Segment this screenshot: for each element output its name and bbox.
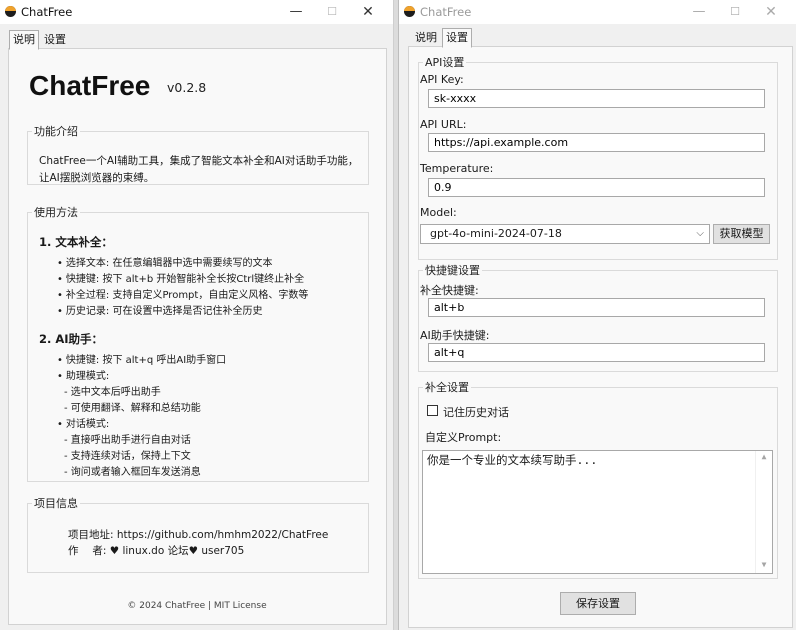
list-item: 对话模式: xyxy=(57,415,109,430)
save-settings-button[interactable]: 保存设置 xyxy=(560,592,636,615)
minimize-button[interactable]: — xyxy=(279,0,313,24)
section-text-completion-title: 1. 文本补全： xyxy=(39,235,113,249)
intro-text: ChatFree一个AI辅助工具，集成了智能文本补全和AI对话助手功能，让AI摆… xyxy=(39,155,359,184)
close-button[interactable]: ✕ xyxy=(351,0,385,24)
repo-link[interactable]: 项目地址: https://github.com/hmhm2022/ChatFr… xyxy=(68,527,328,542)
completion-hotkey-input[interactable] xyxy=(428,298,765,317)
section-ai-assistant-title: 2. AI助手： xyxy=(39,332,104,346)
hotkey-group-title: 快捷键设置 xyxy=(425,264,480,277)
maximize-button[interactable]: ☐ xyxy=(315,0,349,24)
list-item: 快捷键: 按下 alt+q 呼出AI助手窗口 xyxy=(57,351,226,366)
list-item: 历史记录: 可在设置中选择是否记住补全历史 xyxy=(57,302,263,317)
temperature-label: Temperature: xyxy=(420,162,494,175)
list-item: - 直接呼出助手进行自由对话 xyxy=(64,435,191,446)
project-title: 项目信息 xyxy=(34,497,78,510)
api-key-label: API Key: xyxy=(420,73,464,86)
scroll-down-icon[interactable]: ▼ xyxy=(756,560,772,569)
assistant-hotkey-input[interactable] xyxy=(428,343,765,362)
temperature-input[interactable] xyxy=(428,178,765,197)
list-item: - 可使用翻译、解释和总结功能 xyxy=(64,403,201,414)
tab-bar: 说明 设置 xyxy=(9,30,71,50)
chevron-down-icon: ⌵ xyxy=(696,228,704,239)
custom-prompt-textarea[interactable]: 你是一个专业的文本续写助手... ▲ ▼ xyxy=(422,450,773,574)
api-url-input[interactable] xyxy=(428,133,765,152)
list-item: 助理模式: xyxy=(57,367,109,382)
version-label: v0.2.8 xyxy=(167,80,207,95)
assistant-hotkey-label: AI助手快捷键: xyxy=(420,329,490,342)
intro-title: 功能介绍 xyxy=(34,125,78,138)
window-title: ChatFree xyxy=(420,5,472,19)
list-item: - 支持连续对话，保持上下文 xyxy=(64,451,191,462)
api-key-input[interactable] xyxy=(428,89,765,108)
intro-group: 功能介绍 ChatFree一个AI辅助工具，集成了智能文本补全和AI对话助手功能… xyxy=(27,123,369,185)
remember-history-checkbox[interactable] xyxy=(427,405,438,416)
tab-about[interactable]: 说明 xyxy=(411,28,441,45)
usage-title: 使用方法 xyxy=(34,206,78,219)
tab-settings[interactable]: 设置 xyxy=(40,30,70,47)
window-title: ChatFree xyxy=(21,5,73,19)
model-select[interactable]: gpt-4o-mini-2024-07-18 ⌵ xyxy=(420,224,710,244)
model-select-value: gpt-4o-mini-2024-07-18 xyxy=(430,227,562,240)
fetch-models-button[interactable]: 获取模型 xyxy=(713,224,770,244)
tab-about[interactable]: 说明 xyxy=(9,30,39,50)
title-bar[interactable]: ChatFree — ☐ ✕ xyxy=(0,0,393,24)
project-info-group: 项目信息 项目地址: https://github.com/hmhm2022/C… xyxy=(27,495,369,573)
api-group-title: API设置 xyxy=(425,56,465,69)
author-info: 作 者: ♥ linux.do 论坛♥ user705 xyxy=(68,545,245,557)
remember-history-label: 记住历史对话 xyxy=(443,406,509,419)
completion-group-title: 补全设置 xyxy=(425,381,469,394)
footer-license: © 2024 ChatFree | MIT License xyxy=(127,601,267,611)
api-url-label: API URL: xyxy=(420,118,467,131)
list-item: 选择文本: 在任意编辑器中选中需要续写的文本 xyxy=(57,254,273,269)
completion-hotkey-label: 补全快捷键: xyxy=(420,284,479,297)
about-window: ChatFree — ☐ ✕ 说明 设置 ChatFree v0.2.8 功能介绍… xyxy=(0,0,394,630)
minimize-button[interactable]: — xyxy=(682,0,716,24)
list-item: 补全过程: 支持自定义Prompt，自由定义风格、字数等 xyxy=(57,286,308,301)
usage-group: 使用方法 1. 文本补全： 选择文本: 在任意编辑器中选中需要续写的文本 快捷键… xyxy=(27,204,369,482)
app-logo-icon xyxy=(404,6,415,17)
close-button[interactable]: ✕ xyxy=(754,0,788,24)
custom-prompt-text: 你是一个专业的文本续写助手... xyxy=(427,453,598,467)
maximize-button[interactable]: ☐ xyxy=(718,0,752,24)
scroll-up-icon[interactable]: ▲ xyxy=(756,452,772,461)
app-logo-icon xyxy=(5,6,16,17)
model-label: Model: xyxy=(420,206,457,219)
settings-window: ChatFree — ☐ ✕ 说明设置 API设置 API Key: API U… xyxy=(398,0,796,630)
tab-bar: 说明 设置 xyxy=(411,28,473,48)
custom-prompt-label: 自定义Prompt: xyxy=(425,431,502,444)
list-item: - 选中文本后呼出助手 xyxy=(64,387,161,398)
tab-settings[interactable]: 设置 xyxy=(442,28,472,48)
list-item: 快捷键: 按下 alt+b 开始智能补全长按Ctrl键终止补全 xyxy=(57,270,304,285)
app-title: ChatFree xyxy=(29,70,151,101)
list-item: - 询问或者输入框回车发送消息 xyxy=(64,467,201,478)
title-bar[interactable]: ChatFree — ☐ ✕ xyxy=(399,0,796,24)
prompt-scrollbar[interactable]: ▲ ▼ xyxy=(755,451,772,573)
